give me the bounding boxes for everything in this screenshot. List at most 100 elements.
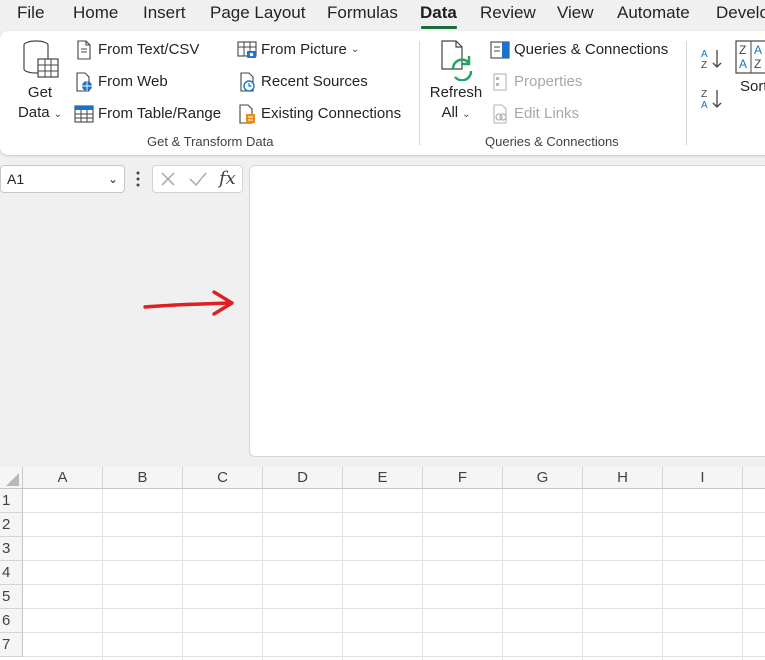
sort-label: Sort [740, 78, 765, 95]
tab-automate[interactable]: Automate [617, 3, 690, 23]
svg-text:A: A [701, 100, 708, 111]
tab-review[interactable]: Review [480, 3, 536, 23]
formula-bar-input[interactable] [249, 165, 765, 457]
edit-links-icon [493, 104, 507, 124]
name-box[interactable]: A1 ⌄ [0, 165, 125, 193]
column-header[interactable]: C [183, 467, 263, 489]
column-header[interactable]: E [343, 467, 423, 489]
edit-links-label: Edit Links [514, 105, 580, 122]
recent-sources-button[interactable]: Recent Sources [237, 72, 368, 92]
column-header[interactable]: A [23, 467, 103, 489]
svg-text:Z: Z [701, 89, 707, 100]
select-all-button[interactable] [0, 467, 23, 489]
row-header[interactable]: 5 [0, 585, 23, 609]
sort-dialog-icon: Z A A Z [735, 40, 765, 74]
insert-function-button[interactable]: fx [219, 168, 236, 189]
formula-controls: fx [152, 165, 243, 193]
refresh-all-button[interactable]: Refresh All ⌄ [428, 39, 484, 125]
properties-button[interactable]: Properties [490, 72, 582, 92]
chevron-down-icon: ⌄ [350, 44, 360, 55]
from-web-button[interactable]: From Web [74, 72, 168, 92]
from-table-range-button[interactable]: From Table/Range [74, 104, 221, 124]
table-icon [74, 105, 94, 123]
sort-descending-icon: Z A [701, 89, 722, 111]
from-text-csv-button[interactable]: From Text/CSV [74, 40, 199, 60]
column-header[interactable]: B [103, 467, 183, 489]
existing-connections-button[interactable]: Existing Connections [237, 104, 401, 124]
column-header[interactable]: I [663, 467, 743, 489]
from-web-label: From Web [98, 73, 168, 90]
chevron-down-icon: ⌄ [107, 172, 118, 186]
red-arrow-annotation-icon [143, 290, 234, 316]
row-header[interactable]: 1 [0, 489, 23, 513]
edit-links-button[interactable]: Edit Links [490, 104, 579, 124]
row-header[interactable]: 4 [0, 561, 23, 585]
sort-a-to-z-button[interactable]: A Z [700, 47, 728, 71]
ribbon-group-divider [419, 41, 420, 145]
picture-table-icon [237, 41, 257, 58]
get-data-button[interactable]: Get Data ⌄ [14, 39, 66, 125]
column-header[interactable]: F [423, 467, 503, 489]
sort-ascending-icon: A Z [701, 49, 722, 71]
ribbon-tab-bar: File Home Insert Page Layout Formulas Da… [0, 0, 765, 30]
refresh-all-label-line1: Refresh [429, 84, 483, 101]
queries-connections-label: Queries & Connections [514, 41, 669, 58]
tab-page-layout[interactable]: Page Layout [210, 3, 305, 23]
enter-check-icon[interactable] [188, 170, 208, 188]
svg-text:A: A [739, 57, 747, 71]
active-tab-indicator [421, 26, 457, 29]
text-file-icon [77, 40, 91, 60]
sort-button[interactable]: Z A A Z Sort [734, 39, 765, 97]
get-transform-group-label: Get & Transform Data [147, 134, 274, 149]
from-picture-label: From Picture [261, 41, 347, 58]
svg-text:A: A [754, 43, 762, 57]
database-table-icon [23, 40, 59, 78]
get-data-label-line2: Data ⌄ [17, 104, 63, 121]
recent-sources-label: Recent Sources [261, 73, 368, 90]
column-header[interactable]: G [503, 467, 583, 489]
name-box-value: A1 [7, 171, 25, 187]
select-all-triangle-icon [6, 473, 19, 486]
more-options-icon[interactable] [134, 170, 142, 188]
queries-group-label: Queries & Connections [485, 134, 619, 149]
ribbon-group-divider [686, 41, 687, 145]
tab-file[interactable]: File [17, 3, 44, 23]
sort-z-to-a-button[interactable]: Z A [700, 87, 728, 111]
column-header[interactable]: D [263, 467, 343, 489]
recent-clock-icon [240, 72, 255, 92]
svg-text:Z: Z [754, 57, 761, 71]
get-data-label-line1: Get [27, 84, 53, 101]
row-header[interactable]: 3 [0, 537, 23, 561]
row-header[interactable]: 6 [0, 609, 23, 633]
from-picture-button[interactable]: From Picture ⌄ [237, 40, 359, 60]
properties-label: Properties [514, 73, 583, 90]
tab-data[interactable]: Data [420, 3, 457, 23]
chevron-down-icon: ⌄ [53, 109, 63, 120]
queries-connections-button[interactable]: Queries & Connections [490, 40, 668, 60]
from-text-csv-label: From Text/CSV [98, 41, 200, 58]
tab-home[interactable]: Home [73, 3, 118, 23]
existing-connections-icon [239, 104, 255, 124]
column-header[interactable]: H [583, 467, 663, 489]
ribbon-data: Get Data ⌄ From Text/CSV From Web From Ta… [0, 31, 765, 155]
chevron-down-icon: ⌄ [462, 109, 471, 120]
row-header[interactable]: 2 [0, 513, 23, 537]
svg-text:Z: Z [701, 60, 707, 71]
cancel-icon[interactable] [159, 170, 177, 188]
row-header[interactable]: 7 [0, 633, 23, 657]
refresh-all-label-line2: All ⌄ [441, 104, 471, 121]
tab-view[interactable]: View [557, 3, 594, 23]
svg-text:A: A [701, 49, 708, 60]
existing-connections-label: Existing Connections [261, 105, 402, 122]
tab-developer[interactable]: Develo [716, 3, 765, 23]
tab-insert[interactable]: Insert [143, 3, 186, 23]
cell-area[interactable] [23, 489, 765, 660]
from-table-range-label: From Table/Range [98, 105, 222, 122]
refresh-icon [441, 40, 473, 81]
column-header[interactable] [743, 467, 765, 489]
tab-formulas[interactable]: Formulas [327, 3, 398, 23]
queries-pane-icon [490, 41, 510, 59]
svg-text:Z: Z [739, 43, 746, 57]
web-page-icon [76, 72, 92, 92]
worksheet-grid: A B C D E F G H I 1 2 3 4 5 6 7 [0, 467, 765, 660]
